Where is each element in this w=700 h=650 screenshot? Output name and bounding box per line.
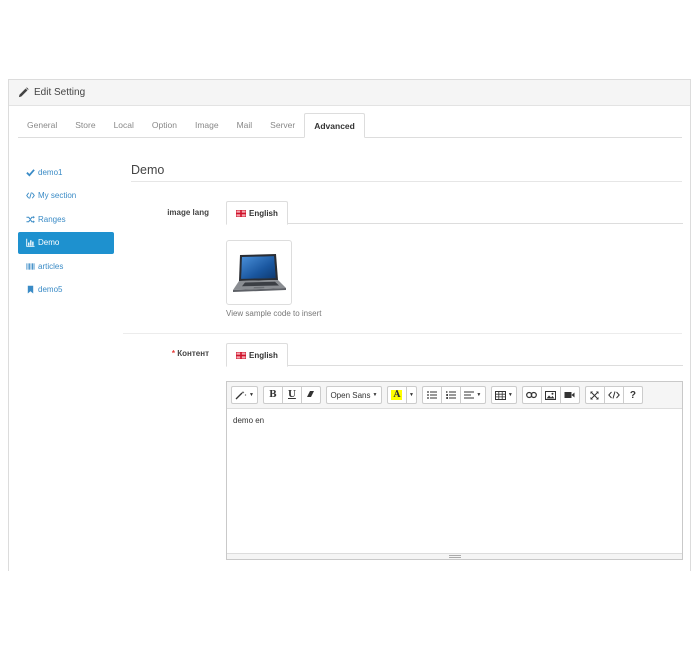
bar-chart-icon xyxy=(26,238,35,247)
code-view-button[interactable] xyxy=(603,386,624,404)
random-icon xyxy=(26,215,35,224)
font-name-value: Open Sans xyxy=(330,390,371,400)
sidebar-item-label: My section xyxy=(38,191,77,200)
content-label-text: Контент xyxy=(177,349,209,358)
eraser-icon xyxy=(306,390,315,400)
picture-button[interactable] xyxy=(540,386,561,404)
font-name-dropdown[interactable]: Open Sans ▼ xyxy=(325,386,382,404)
sidebar-item-label: articles xyxy=(38,261,64,271)
tab-option[interactable]: Option xyxy=(143,113,186,137)
image-lang-tabs: English xyxy=(226,201,683,225)
tab-advanced[interactable]: Advanced xyxy=(304,113,365,138)
chevron-down-icon: ▼ xyxy=(249,392,254,398)
sidebar-item-label: Demo xyxy=(38,238,60,247)
help-button[interactable]: ? xyxy=(622,386,643,404)
required-mark: * xyxy=(171,349,176,358)
view-group: ? xyxy=(584,386,643,404)
barcode-icon xyxy=(26,262,35,271)
recent-color-button[interactable]: A xyxy=(386,386,407,404)
edit-setting-panel: Edit Setting General Store Local Option … xyxy=(8,79,691,571)
tab-mail[interactable]: Mail xyxy=(228,113,262,137)
sidebar-item-label: demo5 xyxy=(38,285,63,294)
panel-title: Edit Setting xyxy=(34,87,86,98)
color-dropdown-button[interactable]: ▼ xyxy=(405,386,417,404)
panel-heading: Edit Setting xyxy=(9,80,690,106)
insert-group xyxy=(521,386,580,404)
editor-toolbar: ▼ B U Open Sans ▼ A ▼ ▼ ▼ ? xyxy=(227,382,682,409)
tab-server[interactable]: Server xyxy=(261,113,304,137)
tab-general[interactable]: General xyxy=(18,113,66,137)
lang-tab-label: English xyxy=(249,208,278,218)
sidebar-item-label: demo1 xyxy=(38,167,63,177)
content-label: * Контент xyxy=(119,349,209,358)
laptop-image[interactable] xyxy=(226,240,292,305)
chevron-down-icon: ▼ xyxy=(507,392,513,398)
fullscreen-button[interactable] xyxy=(584,386,605,404)
link-button[interactable] xyxy=(521,386,542,404)
editor-content[interactable]: demo en xyxy=(227,409,682,432)
tab-image-english[interactable]: English xyxy=(226,201,288,225)
bold-button[interactable]: B xyxy=(262,386,283,404)
table-dropdown[interactable]: ▼ xyxy=(490,386,517,404)
section-divider xyxy=(131,181,682,182)
font-group: Open Sans ▼ xyxy=(325,386,382,404)
magic-style-button[interactable]: ▼ xyxy=(231,386,258,404)
sidebar-item-demo[interactable]: Demo xyxy=(18,231,114,254)
tab-image[interactable]: Image xyxy=(186,113,228,137)
color-letter: A xyxy=(391,390,403,400)
chevron-down-icon: ▼ xyxy=(408,392,414,398)
code-icon xyxy=(26,191,35,200)
para-group: ▼ xyxy=(421,386,486,404)
video-button[interactable] xyxy=(559,386,580,404)
sidebar-item-demo5[interactable]: demo5 xyxy=(18,279,114,301)
tab-content-english[interactable]: English xyxy=(226,343,288,367)
image-lang-label: image lang xyxy=(167,208,209,217)
chevron-down-icon: ▼ xyxy=(476,392,482,398)
check-icon xyxy=(26,168,35,177)
table-group: ▼ xyxy=(490,386,517,404)
paragraph-align-dropdown[interactable]: ▼ xyxy=(459,386,486,404)
uk-flag-icon xyxy=(236,351,246,359)
row-divider xyxy=(123,333,682,334)
color-group: A ▼ xyxy=(386,386,417,404)
pencil-icon xyxy=(18,87,29,98)
content-lang-tabs: English xyxy=(226,343,683,367)
ordered-list-button[interactable] xyxy=(440,386,461,404)
sidebar-item-my-section[interactable]: My section xyxy=(18,185,114,207)
bookmark-icon xyxy=(26,285,35,294)
editor-resize-handle[interactable] xyxy=(227,553,682,559)
image-help-text: View sample code to insert xyxy=(226,309,322,318)
settings-tabs: General Store Local Option Image Mail Se… xyxy=(18,113,682,138)
sidebar-item-demo1[interactable]: demo1 xyxy=(18,161,114,183)
tab-local[interactable]: Local xyxy=(105,113,143,137)
section-title: Demo xyxy=(131,163,165,177)
sidebar-item-ranges[interactable]: Ranges xyxy=(18,208,114,230)
lang-tab-label: English xyxy=(249,350,278,360)
tab-store[interactable]: Store xyxy=(66,113,104,137)
format-group: B U xyxy=(262,386,321,404)
section-sidebar: demo1 My section Ranges Demo articles de… xyxy=(18,161,114,302)
unordered-list-button[interactable] xyxy=(421,386,442,404)
sidebar-item-articles[interactable]: articles xyxy=(18,255,114,277)
chevron-down-icon: ▼ xyxy=(372,392,378,398)
underline-button[interactable]: U xyxy=(281,386,302,404)
sidebar-item-label: Ranges xyxy=(38,214,66,224)
uk-flag-icon xyxy=(236,209,246,217)
style-group: ▼ xyxy=(231,386,258,404)
eraser-button[interactable] xyxy=(300,386,321,404)
rich-text-editor: ▼ B U Open Sans ▼ A ▼ ▼ ▼ ? demo en xyxy=(226,381,683,560)
